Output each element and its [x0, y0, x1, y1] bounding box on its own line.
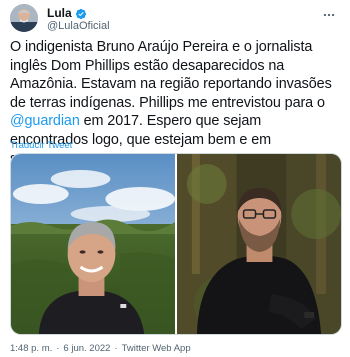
tweet-text-part1: O indigenista Bruno Araújo Pereira e o j…	[10, 39, 332, 111]
avatar[interactable]	[10, 4, 38, 32]
mention-link[interactable]: @guardian	[10, 113, 80, 129]
meta-separator: ·	[56, 343, 60, 354]
tweet-media	[10, 153, 342, 335]
verified-badge-icon	[75, 7, 87, 20]
tweet-header: Lula @LulaOficial	[10, 4, 340, 34]
translate-tweet-link[interactable]: Traducir Tweet	[10, 140, 72, 151]
tweet-time[interactable]: 1:48 p. m.	[10, 343, 52, 354]
meta-separator: ·	[114, 343, 118, 354]
tweet-date[interactable]: 6 jun. 2022	[63, 343, 110, 354]
author-handle[interactable]: @LulaOficial	[47, 20, 110, 33]
display-name[interactable]: Lula	[47, 6, 72, 20]
tweet-card: Lula @LulaOficial O indigenista Bruno Ar…	[0, 0, 350, 357]
more-options-icon[interactable]	[322, 8, 336, 22]
photo-journalist[interactable]	[11, 154, 175, 334]
tweet-source[interactable]: Twitter Web App	[122, 343, 191, 354]
tweet-meta: 1:48 p. m. · 6 jun. 2022 · Twitter Web A…	[10, 343, 191, 354]
photo-indigenist[interactable]	[177, 154, 341, 334]
name-row: Lula	[47, 6, 87, 20]
